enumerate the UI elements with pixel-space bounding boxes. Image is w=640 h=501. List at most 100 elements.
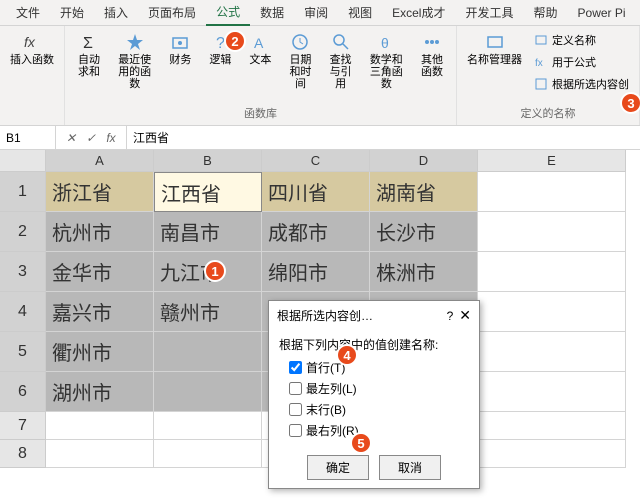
name-box[interactable]: B1 (0, 126, 56, 149)
lookup-button[interactable]: 查找与引用 (323, 30, 359, 92)
checkbox-bottom-row[interactable] (289, 403, 302, 416)
cell-a5[interactable]: 衢州市 (46, 332, 154, 372)
cell-a8[interactable] (46, 440, 154, 468)
tab-review[interactable]: 审阅 (294, 0, 338, 25)
annotation-badge-2: 2 (224, 30, 246, 52)
ok-button[interactable]: 确定 (307, 455, 369, 480)
cell-b2[interactable]: 南昌市 (154, 212, 262, 252)
col-header-d[interactable]: D (370, 150, 478, 172)
col-header-c[interactable]: C (262, 150, 370, 172)
cell-a7[interactable] (46, 412, 154, 440)
formula-input[interactable]: 江西省 (127, 129, 640, 146)
cell-b1[interactable]: 江西省 (154, 172, 262, 212)
cell-b6[interactable] (154, 372, 262, 412)
search-icon (331, 32, 351, 52)
other-label: 其他函数 (418, 54, 446, 78)
row-header-3[interactable]: 3 (0, 252, 46, 292)
checkbox-top-row[interactable] (289, 361, 302, 374)
cell-d3[interactable]: 株洲市 (370, 252, 478, 292)
option-right-col[interactable]: 最右列(R) (289, 422, 469, 439)
cell-b4[interactable]: 赣州市 (154, 292, 262, 332)
cell-e1[interactable] (478, 172, 626, 212)
row-header-8[interactable]: 8 (0, 440, 46, 468)
svg-text:Σ: Σ (83, 35, 93, 52)
cell-e8[interactable] (478, 440, 626, 468)
dialog-help-icon[interactable]: ? (447, 309, 454, 323)
cell-a6[interactable]: 湖州市 (46, 372, 154, 412)
checkbox-right-col[interactable] (289, 424, 302, 437)
annotation-badge-5: 5 (350, 432, 372, 454)
cell-a2[interactable]: 杭州市 (46, 212, 154, 252)
tab-layout[interactable]: 页面布局 (138, 0, 206, 25)
tab-view[interactable]: 视图 (338, 0, 382, 25)
cell-e6[interactable] (478, 372, 626, 412)
text-button[interactable]: A文本 (242, 30, 278, 68)
name-manager-button[interactable]: 名称管理器 (463, 30, 526, 68)
col-header-e[interactable]: E (478, 150, 626, 172)
dialog-label: 根据下列内容中的值创建名称: (279, 336, 469, 353)
cell-e2[interactable] (478, 212, 626, 252)
tab-excel[interactable]: Excel成才 (382, 0, 455, 25)
col-header-b[interactable]: B (154, 150, 262, 172)
other-button[interactable]: 其他函数 (414, 30, 450, 80)
cell-a3[interactable]: 金华市 (46, 252, 154, 292)
financial-button[interactable]: 财务 (162, 30, 198, 68)
annotation-badge-1: 1 (204, 260, 226, 282)
defined-names-group-label: 定义的名称 (521, 105, 576, 123)
col-header-a[interactable]: A (46, 150, 154, 172)
tab-data[interactable]: 数据 (250, 0, 294, 25)
cell-b8[interactable] (154, 440, 262, 468)
cell-d2[interactable]: 长沙市 (370, 212, 478, 252)
cell-c3[interactable]: 绵阳市 (262, 252, 370, 292)
tag-icon (485, 32, 505, 52)
cell-d1[interactable]: 湖南省 (370, 172, 478, 212)
row-header-2[interactable]: 2 (0, 212, 46, 252)
checkbox-left-col[interactable] (289, 382, 302, 395)
recent-label: 最近使用的函数 (115, 54, 154, 90)
function-library-group-label: 函数库 (244, 105, 277, 123)
tab-insert[interactable]: 插入 (94, 0, 138, 25)
cell-a4[interactable]: 嘉兴市 (46, 292, 154, 332)
row-header-4[interactable]: 4 (0, 292, 46, 332)
option-left-col[interactable]: 最左列(L) (289, 380, 469, 397)
recent-button[interactable]: 最近使用的函数 (111, 30, 158, 92)
tab-dev[interactable]: 开发工具 (455, 0, 523, 25)
row-header-6[interactable]: 6 (0, 372, 46, 412)
option-top-row[interactable]: 首行(T) (289, 359, 469, 376)
cell-b5[interactable] (154, 332, 262, 372)
fx-formula-icon[interactable]: fx (104, 131, 118, 145)
cell-e4[interactable] (478, 292, 626, 332)
cell-a1[interactable]: 浙江省 (46, 172, 154, 212)
option-left-col-label: 最左列(L) (306, 380, 357, 397)
tab-help[interactable]: 帮助 (524, 0, 568, 25)
tab-powerpi[interactable]: Power Pi (568, 2, 636, 24)
tab-file[interactable]: 文件 (6, 0, 50, 25)
cell-e3[interactable] (478, 252, 626, 292)
autosum-button[interactable]: Σ自动求和 (71, 30, 107, 80)
cell-e5[interactable] (478, 332, 626, 372)
use-in-formula-button[interactable]: fx用于公式 (530, 52, 633, 72)
datetime-button[interactable]: 日期和时间 (282, 30, 318, 92)
row-header-7[interactable]: 7 (0, 412, 46, 440)
cancel-button[interactable]: 取消 (379, 455, 441, 480)
select-all-corner[interactable] (0, 150, 46, 172)
cell-c1[interactable]: 四川省 (262, 172, 370, 212)
define-name-button[interactable]: 定义名称 (530, 30, 633, 50)
row-header-5[interactable]: 5 (0, 332, 46, 372)
formula-icon: fx (534, 55, 548, 69)
tab-home[interactable]: 开始 (50, 0, 94, 25)
option-bottom-row[interactable]: 末行(B) (289, 401, 469, 418)
math-button[interactable]: θ数学和三角函数 (363, 30, 410, 92)
cell-e7[interactable] (478, 412, 626, 440)
insert-function-button[interactable]: fx 插入函数 (6, 30, 58, 68)
tab-formulas[interactable]: 公式 (206, 0, 250, 26)
cancel-formula-icon[interactable]: ✕ (64, 131, 78, 145)
dialog-close-icon[interactable]: ✕ (459, 307, 471, 324)
create-from-selection-button[interactable]: 根据所选内容创 (530, 74, 633, 94)
accept-formula-icon[interactable]: ✓ (84, 131, 98, 145)
row-header-1[interactable]: 1 (0, 172, 46, 212)
theta-icon: θ (376, 32, 396, 52)
dots-icon (422, 32, 442, 52)
cell-c2[interactable]: 成都市 (262, 212, 370, 252)
cell-b7[interactable] (154, 412, 262, 440)
